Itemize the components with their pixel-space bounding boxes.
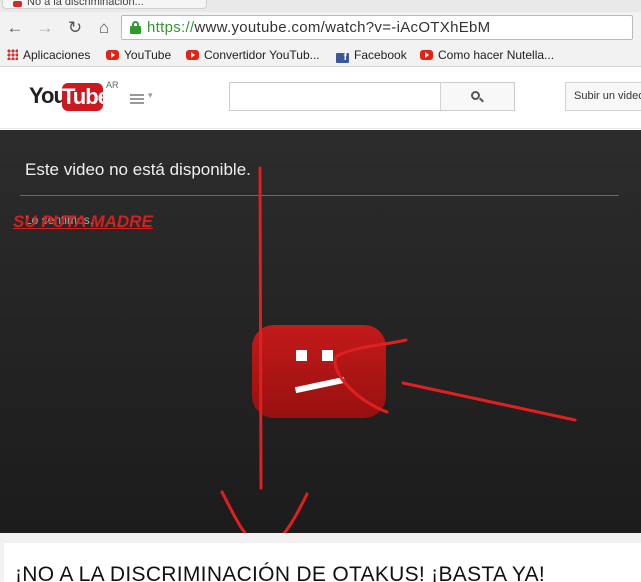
bookmark-label: YouTube — [124, 48, 172, 62]
forward-arrow-icon[interactable]: → — [34, 17, 56, 39]
guide-menu-icon[interactable] — [130, 94, 144, 104]
bookmark-label: Facebook — [354, 48, 407, 62]
facebook-icon: f — [336, 53, 349, 63]
url-text: https://www.youtube.com/watch?v=-iAcOTXh… — [147, 19, 490, 36]
search-box[interactable] — [229, 82, 515, 111]
below-player-area: ¡NO A LA DISCRIMINACIÓN DE OTAKUS! ¡BAST… — [0, 533, 641, 582]
browser-tab[interactable]: No a la discriminación... — [2, 0, 207, 9]
chevron-down-icon[interactable]: ▾ — [148, 90, 153, 101]
divider — [20, 195, 619, 196]
home-icon[interactable]: ⌂ — [93, 17, 115, 39]
bookmark-apps[interactable]: Aplicaciones — [7, 48, 90, 64]
logo-tube-text: Tube — [62, 83, 110, 111]
lock-icon — [130, 21, 141, 34]
video-title-card: ¡NO A LA DISCRIMINACIÓN DE OTAKUS! ¡BAST… — [4, 543, 641, 582]
bookmark-nutella[interactable]: Como hacer Nutella... — [420, 48, 554, 64]
youtube-header: You Tube AR ▾ Subir un video — [0, 67, 641, 129]
upload-button[interactable]: Subir un video — [565, 82, 641, 111]
logo-country-code: AR — [106, 80, 119, 90]
browser-toolbar: ← → ↻ ⌂ https://www.youtube.com/watch?v=… — [0, 12, 641, 45]
address-bar[interactable]: https://www.youtube.com/watch?v=-iAcOTXh… — [121, 15, 633, 40]
video-title: ¡NO A LA DISCRIMINACIÓN DE OTAKUS! ¡BAST… — [15, 563, 546, 582]
video-player[interactable]: Este video no está disponible. Lo sentim… — [0, 130, 641, 533]
search-button[interactable] — [440, 83, 514, 110]
youtube-favicon-icon — [13, 1, 22, 7]
bookmark-convertidor[interactable]: Convertidor YouTub... — [186, 48, 320, 64]
apps-grid-icon — [7, 49, 18, 60]
sad-face-eye — [322, 350, 333, 361]
bookmarks-bar: Aplicaciones YouTube Convertidor YouTub.… — [0, 45, 641, 67]
youtube-icon — [106, 50, 119, 60]
bookmark-label: Como hacer Nutella... — [438, 48, 555, 62]
logo-you-text: You — [29, 83, 67, 108]
reload-icon[interactable]: ↻ — [64, 17, 86, 39]
sad-face-eye — [296, 350, 307, 361]
url-scheme: https:// — [147, 19, 195, 36]
bookmark-label: Convertidor YouTub... — [204, 48, 320, 62]
bookmark-facebook[interactable]: f Facebook — [336, 48, 407, 64]
url-path: www.youtube.com/watch?v=-iAcOTXhEbM — [194, 19, 491, 36]
youtube-icon — [420, 50, 433, 60]
back-arrow-icon[interactable]: ← — [4, 17, 26, 39]
youtube-icon — [186, 50, 199, 60]
bookmark-label: Aplicaciones — [23, 48, 91, 62]
tab-strip: No a la discriminación... — [0, 0, 641, 12]
unavailable-message: Este video no está disponible. — [25, 160, 251, 179]
graffiti-text: SU PUTA MADRE — [13, 212, 153, 231]
sad-face-mouth — [294, 376, 346, 394]
bookmark-youtube[interactable]: YouTube — [106, 48, 171, 64]
tab-title: No a la discriminación... — [27, 0, 144, 8]
sad-face-icon — [252, 325, 386, 418]
